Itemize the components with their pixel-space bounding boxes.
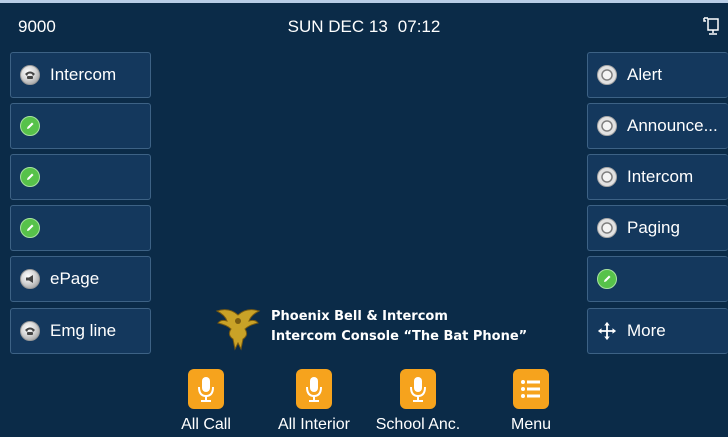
brand-line-1: Phoenix Bell & Intercom — [271, 309, 448, 324]
line-key-blank-1[interactable] — [10, 103, 151, 149]
softkey-all-interior[interactable]: All Interior — [264, 369, 364, 437]
brand-line-2: Intercom Console “The Bat Phone” — [271, 329, 528, 344]
ring-icon — [597, 116, 617, 136]
softkey-label: All Call — [181, 416, 231, 433]
microphone-icon — [188, 369, 224, 409]
branding-text: Phoenix Bell & Intercom Intercom Console… — [271, 307, 527, 347]
line-key-label: More — [627, 321, 666, 340]
ring-icon — [597, 218, 617, 238]
line-key-emg-line[interactable]: Emg line — [10, 308, 151, 354]
softkey-label: School Anc. — [375, 416, 461, 433]
line-key-label: Intercom — [627, 167, 694, 186]
megaphone-icon — [20, 269, 40, 289]
line-key-label: Announce... — [627, 116, 718, 135]
line-key-intercom-right[interactable]: Intercom — [587, 154, 728, 200]
edit-icon — [20, 167, 40, 187]
line-key-label: Paging — [627, 218, 680, 237]
edit-icon — [20, 218, 40, 238]
microphone-icon — [296, 369, 332, 409]
softkey-label: All Interior — [277, 416, 351, 433]
softkey-menu[interactable]: Menu — [481, 369, 581, 437]
ring-icon — [597, 167, 617, 187]
softkey-school-anc[interactable]: School Anc. — [368, 369, 468, 437]
line-key-announce[interactable]: Announce... — [587, 103, 728, 149]
line-key-intercom[interactable]: Intercom — [10, 52, 151, 98]
line-key-label: Alert — [627, 65, 662, 84]
phoenix-logo — [215, 309, 261, 351]
more-button[interactable]: More — [587, 308, 728, 354]
phone-screen: 9000 SUN DEC 13 07:12 Intercom ePage Emg… — [0, 0, 728, 437]
edit-icon — [20, 116, 40, 136]
line-key-paging[interactable]: Paging — [587, 205, 728, 251]
edit-icon — [597, 269, 617, 289]
line-key-alert[interactable]: Alert — [587, 52, 728, 98]
line-key-epage[interactable]: ePage — [10, 256, 151, 302]
menu-list-icon — [513, 369, 549, 409]
date-text: SUN DEC 13 — [287, 17, 388, 36]
move-arrows-icon — [597, 321, 617, 341]
line-key-label: Intercom — [50, 65, 117, 84]
phone-icon — [20, 65, 40, 85]
network-icon — [703, 17, 719, 35]
ring-icon — [597, 65, 617, 85]
line-key-blank-2[interactable] — [10, 154, 151, 200]
line-key-label: ePage — [50, 269, 100, 288]
line-key-label: Emg line — [50, 321, 117, 340]
time-text: 07:12 — [397, 17, 441, 36]
microphone-icon — [400, 369, 436, 409]
softkey-all-call[interactable]: All Call — [156, 369, 256, 437]
status-bar: 9000 SUN DEC 13 07:12 — [0, 3, 728, 47]
line-key-blank-3[interactable] — [10, 205, 151, 251]
line-key-blank-right[interactable] — [587, 256, 728, 302]
date-time: SUN DEC 13 07:12 — [0, 17, 728, 37]
softkey-label: Menu — [510, 416, 552, 433]
phone-icon — [20, 321, 40, 341]
